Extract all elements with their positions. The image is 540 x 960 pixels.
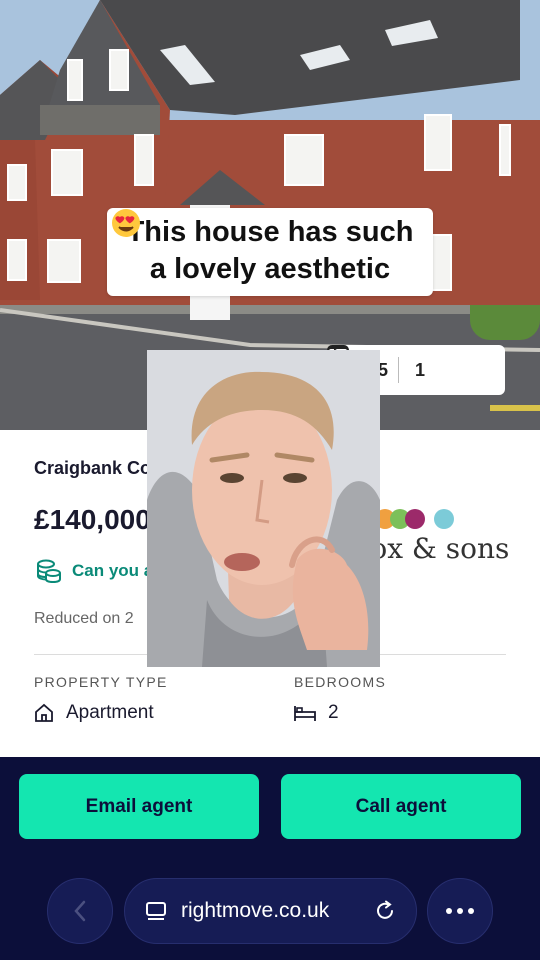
heart-eyes-emoji-icon [112,209,140,237]
browser-url-bar[interactable]: rightmove.co.uk [124,878,417,944]
reload-icon[interactable] [374,900,396,922]
house-icon [35,703,53,722]
bed-icon [294,706,316,721]
bedrooms-label: BEDROOMS [294,674,387,690]
counter-divider [398,357,400,383]
coins-icon [37,559,61,584]
bedrooms-value: 2 [328,702,339,723]
property-price: £140,000 [34,504,151,535]
video-caption: This house has such a lovely aesthetic [107,208,433,296]
agent-name: fox & sons [360,532,510,565]
presenter-video-overlay [147,350,380,667]
property-type-label: PROPERTY TYPE [34,674,168,690]
bedrooms: 2 [294,702,339,724]
reduced-date: Reduced on 2 [34,610,134,627]
email-agent-button[interactable]: Email agent [19,774,259,839]
agent-logo-dots [360,508,510,530]
video-count: 1 [415,359,426,380]
chevron-left-icon [74,900,86,922]
property-type-value: Apartment [66,702,154,723]
agent-logo[interactable]: fox & sons [360,508,510,565]
browser-back-button[interactable] [47,878,113,944]
property-type: Apartment [34,702,154,724]
presenter-illustration [147,350,380,667]
browser-more-button[interactable] [427,878,493,944]
page-menu-icon [146,902,166,920]
call-agent-button[interactable]: Call agent [281,774,521,839]
bottom-action-bar: Email agent Call agent rightmove.co.uk [0,757,540,960]
browser-url: rightmove.co.uk [181,899,330,922]
more-dots-icon [446,908,474,914]
caption-line-2: a lovely aesthetic [149,253,391,285]
caption-line-1: This house has such [126,216,414,248]
